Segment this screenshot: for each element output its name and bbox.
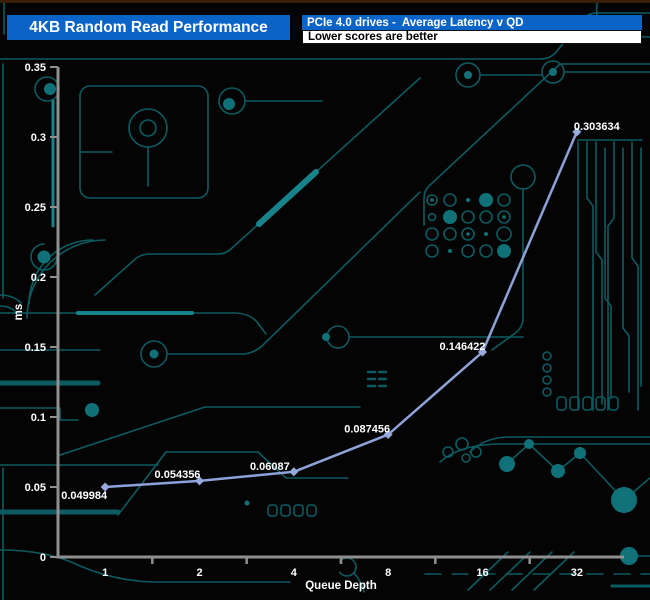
x-axis-tick-label: 2 bbox=[196, 567, 202, 579]
x-axis-tick-label: 4 bbox=[291, 567, 298, 579]
y-axis-tick-label: 0.1 bbox=[31, 412, 46, 424]
y-axis-tick-label: 0.05 bbox=[25, 482, 46, 494]
x-axis-tick-label: 8 bbox=[385, 567, 391, 579]
data-point-label: 0.054356 bbox=[155, 469, 201, 481]
data-point-label: 0.049984 bbox=[61, 490, 108, 502]
y-axis-tick-label: 0.25 bbox=[25, 202, 46, 214]
y-axis-tick-label: 0.15 bbox=[25, 342, 46, 354]
series-line bbox=[105, 131, 578, 489]
y-axis-tick-label: 0 bbox=[40, 552, 46, 564]
x-axis-tick-label: 16 bbox=[476, 567, 488, 579]
x-axis-tick-label: 32 bbox=[571, 567, 583, 579]
y-axis-tick-label: 0.3 bbox=[31, 132, 46, 144]
chart-frame: 4KB Random Read Performance PCIe 4.0 dri… bbox=[0, 0, 650, 600]
data-point-marker bbox=[289, 467, 299, 477]
latency-line-chart: 0 0.05 0.1 0.15 0.2 0.25 0.3 0.35 1 2 4 8 16 32 Queue … bbox=[13, 62, 624, 592]
x-axis-title: Queue Depth bbox=[305, 580, 377, 592]
data-point-label: 0.303634 bbox=[574, 121, 621, 133]
data-point-label: 0.087456 bbox=[344, 424, 390, 436]
x-axis-tick-label: 1 bbox=[102, 567, 108, 579]
y-axis-tick-label: 0.35 bbox=[25, 62, 46, 74]
y-axis-tick-label: 0.2 bbox=[31, 272, 46, 284]
y-axis-title: ms bbox=[13, 304, 25, 321]
data-point-label: 0.06087 bbox=[250, 461, 290, 473]
data-point-label: 0.146422 bbox=[440, 341, 486, 353]
